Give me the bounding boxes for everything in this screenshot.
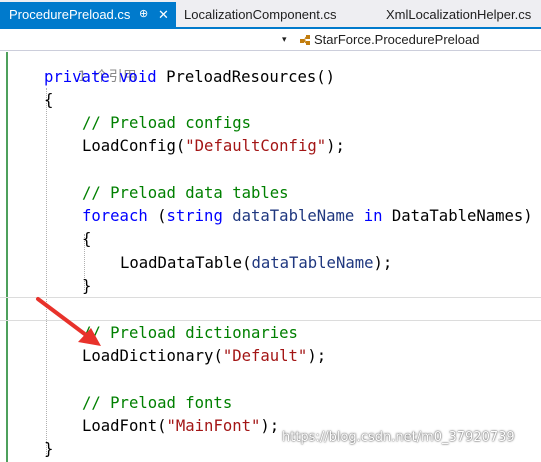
watermark-text: https://blog.csdn.net/m0_37920739 (282, 430, 515, 445)
pin-icon[interactable]: ⊕ (139, 2, 148, 27)
tab-procedurepreload[interactable]: ProcedurePreload.cs ⊕ ✕ (0, 2, 176, 27)
navigation-bar: ▾ StarForce.ProcedurePreload (0, 29, 541, 51)
close-icon[interactable]: ✕ (158, 2, 169, 27)
document-tab-bar: ProcedurePreload.cs ⊕ ✕ LocalizationComp… (0, 0, 541, 29)
class-icon (300, 35, 310, 45)
member-dropdown[interactable]: StarForce.ProcedurePreload (299, 30, 479, 50)
tab-localizationcomponent[interactable]: LocalizationComponent.cs (184, 2, 336, 27)
code-editor[interactable]: 1 个引用 private void PreloadResources() { … (0, 52, 541, 462)
project-dropdown[interactable] (0, 31, 288, 49)
tab-label: XmlLocalizationHelper.cs (386, 7, 532, 22)
annotation-arrow-icon (36, 297, 101, 346)
tab-xmllocalizationhelper[interactable]: XmlLocalizationHelper.cs (386, 2, 531, 27)
tab-label: ProcedurePreload.cs (9, 7, 131, 22)
member-label: StarForce.ProcedurePreload (314, 32, 480, 47)
tab-label: LocalizationComponent.cs (184, 7, 337, 22)
dropdown-arrow-icon[interactable]: ▾ (282, 31, 287, 49)
